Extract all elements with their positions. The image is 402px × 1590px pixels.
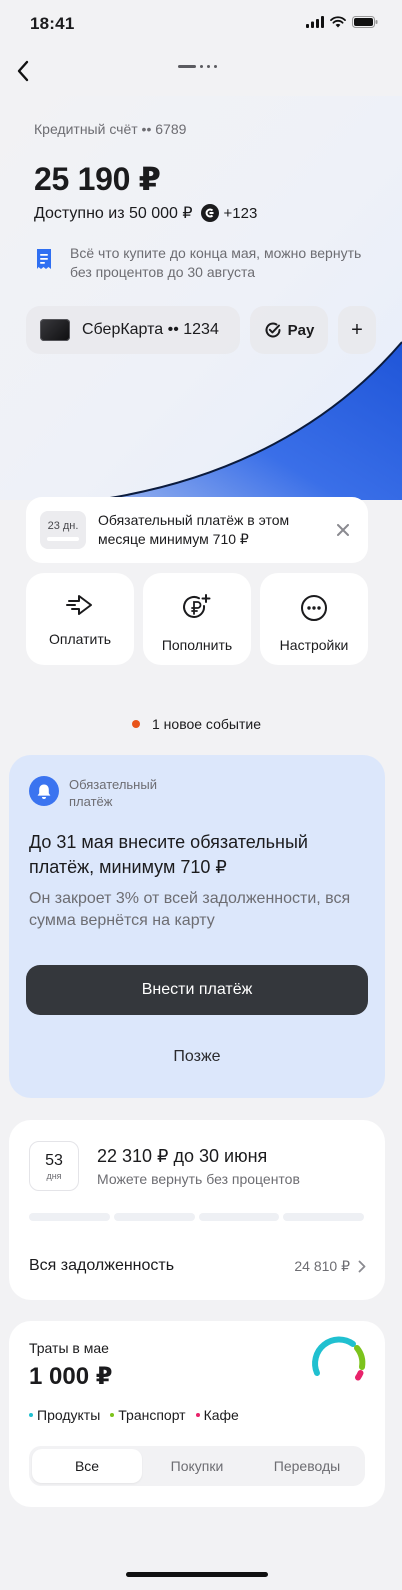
- wifi-icon: [330, 16, 346, 28]
- available-limit: Доступно из 50 000 ₽ +123: [34, 203, 257, 223]
- back-button[interactable]: [6, 54, 40, 88]
- days-progress-track: [47, 536, 79, 541]
- bonus-badge[interactable]: +123: [200, 204, 258, 222]
- tab-all[interactable]: Все: [32, 1449, 142, 1483]
- battery-icon: [352, 16, 378, 28]
- action-settings[interactable]: Настройки: [260, 573, 368, 665]
- spending-legend: Продукты Транспорт Кафе: [29, 1407, 239, 1423]
- add-button[interactable]: +: [338, 306, 376, 354]
- ruble-plus-icon: [183, 594, 211, 618]
- check-circle-icon: [265, 322, 281, 338]
- action-label: Пополнить: [161, 637, 233, 653]
- close-icon: [337, 524, 349, 536]
- receipt-icon: [37, 249, 51, 269]
- plus-icon: +: [351, 318, 363, 341]
- account-label: Кредитный счёт •• 6789: [34, 121, 187, 137]
- more-icon: [301, 595, 327, 621]
- legend-label: Кафе: [203, 1407, 239, 1423]
- action-pay[interactable]: Оплатить: [26, 573, 134, 665]
- account-balance: 25 190 ₽: [34, 161, 161, 197]
- spending-tabs: Все Покупки Переводы: [29, 1446, 365, 1486]
- spending-label: Траты в мае: [29, 1340, 109, 1356]
- action-topup[interactable]: Пополнить: [143, 573, 251, 665]
- pay-button[interactable]: Pay: [250, 306, 328, 354]
- notice-text: Обязательный платёж в этом месяце миниму…: [98, 512, 290, 547]
- legend-dot: [195, 1413, 200, 1417]
- home-indicator: [126, 1572, 268, 1577]
- signal-icon: [306, 16, 324, 28]
- promo-note: Всё что купите до конца мая, можно верну…: [34, 244, 374, 282]
- action-label: Оплатить: [48, 631, 112, 647]
- make-payment-button[interactable]: Внести платёж: [26, 965, 368, 1015]
- pay-label: Pay: [287, 321, 315, 339]
- legend-item: Продукты: [29, 1407, 100, 1423]
- total-debt-label: Вся задолженность: [29, 1257, 175, 1274]
- bonus-value: +123: [223, 204, 258, 222]
- later-button[interactable]: Позже: [26, 1035, 368, 1079]
- event-dot: [132, 720, 140, 728]
- legend-item: Кафе: [195, 1407, 239, 1423]
- promo-text: Всё что купите до конца мая, можно верну…: [70, 245, 362, 280]
- events-indicator[interactable]: 1 новое событие: [132, 716, 261, 732]
- action-label: Настройки: [279, 637, 349, 653]
- payment-title: До 31 мая внесите обязательный платёж, м…: [29, 832, 308, 877]
- spasibo-icon: [200, 204, 219, 222]
- legend-dot: [110, 1413, 115, 1417]
- grace-days-number: 53: [45, 1151, 63, 1169]
- chevron-left-icon: [17, 60, 29, 82]
- legend-label: Продукты: [37, 1407, 101, 1423]
- days-remaining-badge: 23 дн.: [40, 511, 86, 549]
- spending-donut-chart[interactable]: [309, 1335, 367, 1393]
- grace-progress: [29, 1213, 364, 1221]
- total-debt-value: 24 810 ₽: [294, 1258, 350, 1274]
- progress-segment: [283, 1213, 364, 1221]
- available-text: Доступно из 50 000 ₽: [34, 205, 193, 222]
- card-selector[interactable]: СберКарта •• 1234: [26, 306, 240, 354]
- card-image: [40, 319, 70, 341]
- arrow-send-icon: [66, 595, 92, 615]
- events-text: 1 новое событие: [152, 716, 261, 732]
- tab-purchases[interactable]: Покупки: [142, 1449, 252, 1483]
- card-label: СберКарта •• 1234: [82, 321, 219, 338]
- progress-segment: [113, 1213, 195, 1221]
- grace-subtitle: Можете вернуть без процентов: [97, 1171, 300, 1187]
- grace-days-badge: 53 дня: [29, 1141, 79, 1191]
- progress-segment: [198, 1213, 280, 1221]
- total-debt-row[interactable]: 24 810 ₽: [294, 1258, 366, 1275]
- progress-segment: [29, 1213, 110, 1221]
- bell-icon: [29, 776, 59, 806]
- mandatory-payment-notice[interactable]: 23 дн. Обязательный платёж в этом месяце…: [26, 497, 368, 563]
- spending-amount: 1 000 ₽: [29, 1363, 113, 1390]
- tab-transfers[interactable]: Переводы: [252, 1449, 362, 1483]
- payment-tag: Обязательный платёж: [69, 777, 157, 809]
- close-button[interactable]: [332, 519, 354, 541]
- sheet-handle[interactable]: [178, 65, 217, 68]
- chevron-right-icon: [358, 1260, 366, 1273]
- status-time: 18:41: [30, 14, 75, 33]
- status-icons: [306, 16, 378, 28]
- legend-dot: [29, 1413, 33, 1417]
- payment-subtitle: Он закроет 3% от всей задолженности, вся…: [29, 890, 351, 929]
- grace-days-unit: дня: [46, 1170, 62, 1181]
- days-remaining: 23 дн.: [47, 519, 79, 532]
- legend-label: Транспорт: [118, 1407, 186, 1423]
- grace-amount: 22 310 ₽ до 30 июня: [97, 1146, 268, 1166]
- legend-item: Транспорт: [110, 1407, 186, 1423]
